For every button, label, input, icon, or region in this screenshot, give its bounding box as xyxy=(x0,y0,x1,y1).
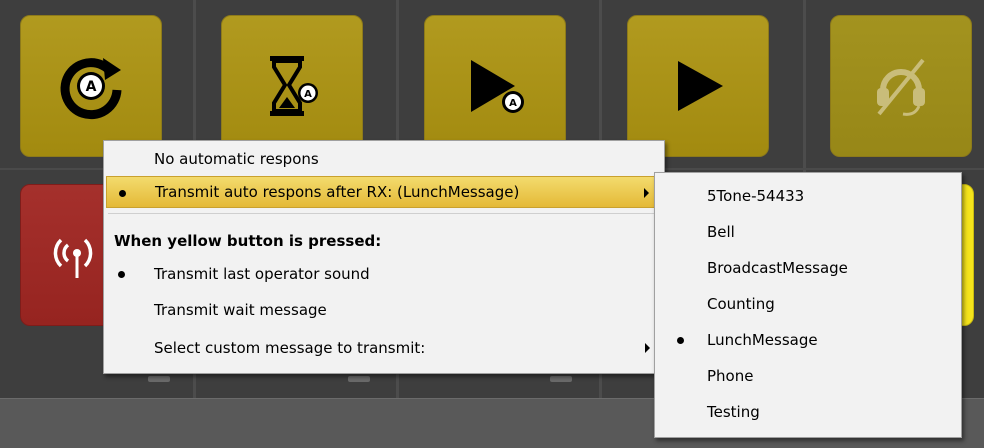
submenu: 5Tone-54433 Bell BroadcastMessage Counti… xyxy=(654,172,962,438)
tile-indicator xyxy=(550,376,572,382)
headset-muted-icon xyxy=(877,58,925,116)
menu-item-label: No automatic respons xyxy=(154,150,319,168)
submenu-item-counting[interactable]: Counting xyxy=(657,287,959,321)
menu-item-transmit-auto-respons[interactable]: Transmit auto respons after RX: (LunchMe… xyxy=(106,176,662,208)
submenu-item-label: Testing xyxy=(707,403,760,421)
play-auto-icon: A xyxy=(471,60,524,113)
menu-item-select-custom-message[interactable]: Select custom message to transmit: xyxy=(106,332,662,364)
submenu-item-label: Phone xyxy=(707,367,754,385)
svg-text:A: A xyxy=(304,89,312,100)
selected-bullet-icon xyxy=(118,271,125,278)
play-button[interactable] xyxy=(627,15,769,157)
menu-item-label: Transmit last operator sound xyxy=(154,265,370,283)
context-menu: No automatic respons Transmit auto respo… xyxy=(103,140,665,374)
svg-text:A: A xyxy=(509,98,517,109)
play-icon xyxy=(678,61,723,111)
svg-text:A: A xyxy=(86,79,97,95)
tile-indicator xyxy=(348,376,370,382)
submenu-item-label: 5Tone-54433 xyxy=(707,187,805,205)
selected-bullet-icon xyxy=(119,190,126,197)
headset-muted-button[interactable] xyxy=(830,15,972,157)
submenu-item-phone[interactable]: Phone xyxy=(657,359,959,393)
radio-antenna-icon xyxy=(53,238,93,278)
menu-item-label: Transmit auto respons after RX: (LunchMe… xyxy=(155,183,520,201)
menu-item-transmit-last-operator-sound[interactable]: Transmit last operator sound xyxy=(106,258,662,290)
auto-repeat-button[interactable]: A xyxy=(20,15,162,157)
submenu-item-broadcastmessage[interactable]: BroadcastMessage xyxy=(657,251,959,285)
submenu-item-label: LunchMessage xyxy=(707,331,818,349)
submenu-item-label: Counting xyxy=(707,295,775,313)
submenu-item-lunchmessage[interactable]: LunchMessage xyxy=(657,323,959,357)
tile-indicator xyxy=(148,376,170,382)
menu-item-transmit-wait-message[interactable]: Transmit wait message xyxy=(106,294,662,326)
menu-item-label: Transmit wait message xyxy=(154,301,327,319)
submenu-item-label: Bell xyxy=(707,223,735,241)
submenu-item-bell[interactable]: Bell xyxy=(657,215,959,249)
menu-separator xyxy=(108,213,660,214)
auto-repeat-icon: A xyxy=(60,58,122,120)
hourglass-auto-button[interactable]: A xyxy=(221,15,363,157)
play-auto-button[interactable]: A xyxy=(424,15,566,157)
menu-item-no-automatic-respons[interactable]: No automatic respons xyxy=(106,143,662,175)
menu-section-heading: When yellow button is pressed: xyxy=(114,232,382,250)
submenu-item-label: BroadcastMessage xyxy=(707,259,848,277)
menu-item-label: Select custom message to transmit: xyxy=(154,339,426,357)
selected-bullet-icon xyxy=(677,337,684,344)
submenu-item-testing[interactable]: Testing xyxy=(657,395,959,429)
submenu-item-5tone-54433[interactable]: 5Tone-54433 xyxy=(657,179,959,213)
hourglass-auto-icon: A xyxy=(270,56,318,116)
submenu-arrow-icon xyxy=(644,188,649,198)
submenu-arrow-icon xyxy=(645,343,650,353)
